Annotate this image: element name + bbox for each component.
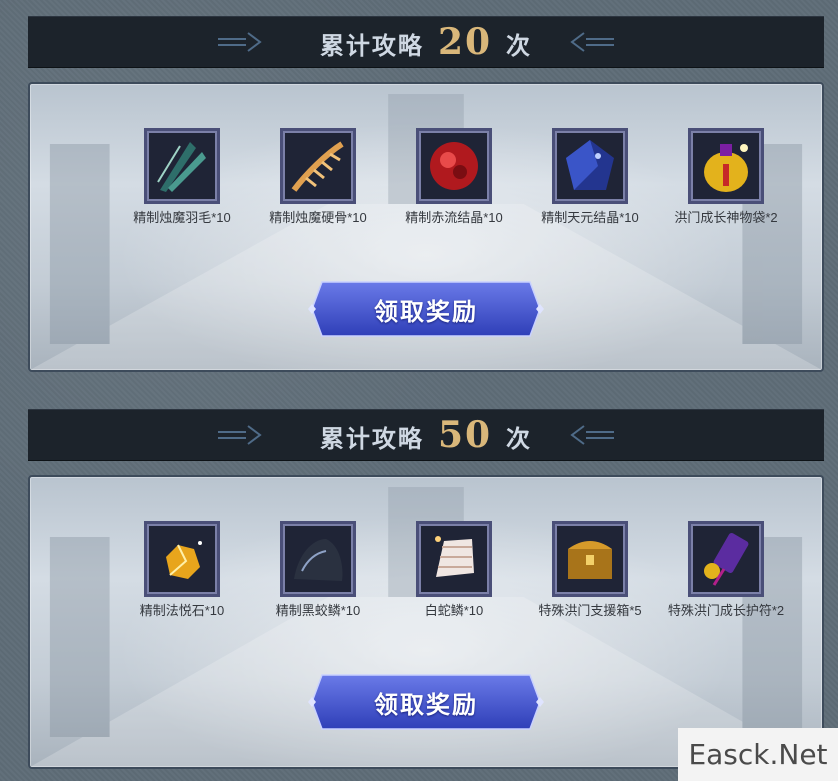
reward-section-20: 累计攻略 20 次 精制烛魔羽毛*10 精制烛魔硬骨*10 精制赤流结晶*10 … [28, 16, 824, 372]
reward-item[interactable]: 特殊洪门支援箱*5 [522, 521, 658, 621]
chest-icon [552, 521, 628, 597]
reward-item-label: 精制法悦石*10 [139, 603, 225, 618]
reward-item[interactable]: 特殊洪门成长护符*2 [658, 521, 794, 621]
title-prefix: 累计攻略 [319, 31, 424, 60]
title-count: 50 [437, 414, 493, 456]
reward-item[interactable]: 精制赤流结晶*10 [386, 128, 522, 228]
title-suffix: 次 [506, 424, 533, 453]
ornament-right-icon [570, 32, 614, 52]
claim-reward-label: 领取奖励 [374, 689, 478, 719]
blue-crystal-icon [552, 128, 628, 204]
gold-stone-icon [144, 521, 220, 597]
reward-item-label: 精制烛魔硬骨*10 [269, 210, 367, 225]
reward-item-label: 精制天元结晶*10 [541, 210, 639, 225]
reward-items: 精制法悦石*10 精制黑蛟鳞*10 白蛇鳞*10 特殊洪门支援箱*5 特殊洪门成… [114, 521, 794, 621]
ornament-left-icon [218, 425, 262, 445]
reward-panel: 精制法悦石*10 精制黑蛟鳞*10 白蛇鳞*10 特殊洪门支援箱*5 特殊洪门成… [28, 475, 824, 769]
reward-item-label: 精制赤流结晶*10 [405, 210, 503, 225]
reward-items: 精制烛魔羽毛*10 精制烛魔硬骨*10 精制赤流结晶*10 精制天元结晶*10 … [114, 128, 794, 228]
section-title: 累计攻略 20 次 [320, 21, 532, 63]
claim-reward-button[interactable]: 领取奖励 [308, 671, 544, 733]
reward-item[interactable]: 洪门成长神物袋*2 [658, 128, 794, 228]
ornament-left-icon [218, 32, 262, 52]
reward-item[interactable]: 精制烛魔硬骨*10 [250, 128, 386, 228]
reward-item-label: 特殊洪门支援箱*5 [538, 603, 642, 618]
section-title: 累计攻略 50 次 [320, 414, 532, 456]
claim-reward-label: 领取奖励 [374, 296, 478, 326]
reward-item-label: 精制烛魔羽毛*10 [133, 210, 231, 225]
reward-item[interactable]: 精制黑蛟鳞*10 [250, 521, 386, 621]
section-title-bar: 累计攻略 20 次 [28, 16, 824, 68]
reward-section-50: 累计攻略 50 次 精制法悦石*10 精制黑蛟鳞*10 白蛇鳞*10 特殊洪门支… [28, 409, 824, 769]
ornament-right-icon [570, 425, 614, 445]
red-crystal-icon [416, 128, 492, 204]
title-prefix: 累计攻略 [319, 424, 424, 453]
claim-reward-button[interactable]: 领取奖励 [308, 278, 544, 340]
black-scale-icon [280, 521, 356, 597]
reward-panel: 精制烛魔羽毛*10 精制烛魔硬骨*10 精制赤流结晶*10 精制天元结晶*10 … [28, 82, 824, 372]
reward-item-label: 白蛇鳞*10 [424, 603, 484, 618]
feather-icon [144, 128, 220, 204]
title-count: 20 [437, 21, 493, 63]
section-title-bar: 累计攻略 50 次 [28, 409, 824, 461]
reward-item[interactable]: 精制烛魔羽毛*10 [114, 128, 250, 228]
reward-item-label: 特殊洪门成长护符*2 [667, 603, 785, 618]
reward-item[interactable]: 精制法悦石*10 [114, 521, 250, 621]
title-suffix: 次 [506, 31, 533, 60]
treasure-bag-icon [688, 128, 764, 204]
watermark: Easck.Net [678, 728, 838, 781]
reward-item-label: 洪门成长神物袋*2 [674, 210, 778, 225]
reward-item[interactable]: 白蛇鳞*10 [386, 521, 522, 621]
white-scale-icon [416, 521, 492, 597]
bone-icon [280, 128, 356, 204]
reward-item-label: 精制黑蛟鳞*10 [275, 603, 361, 618]
reward-item[interactable]: 精制天元结晶*10 [522, 128, 658, 228]
amulet-icon [688, 521, 764, 597]
